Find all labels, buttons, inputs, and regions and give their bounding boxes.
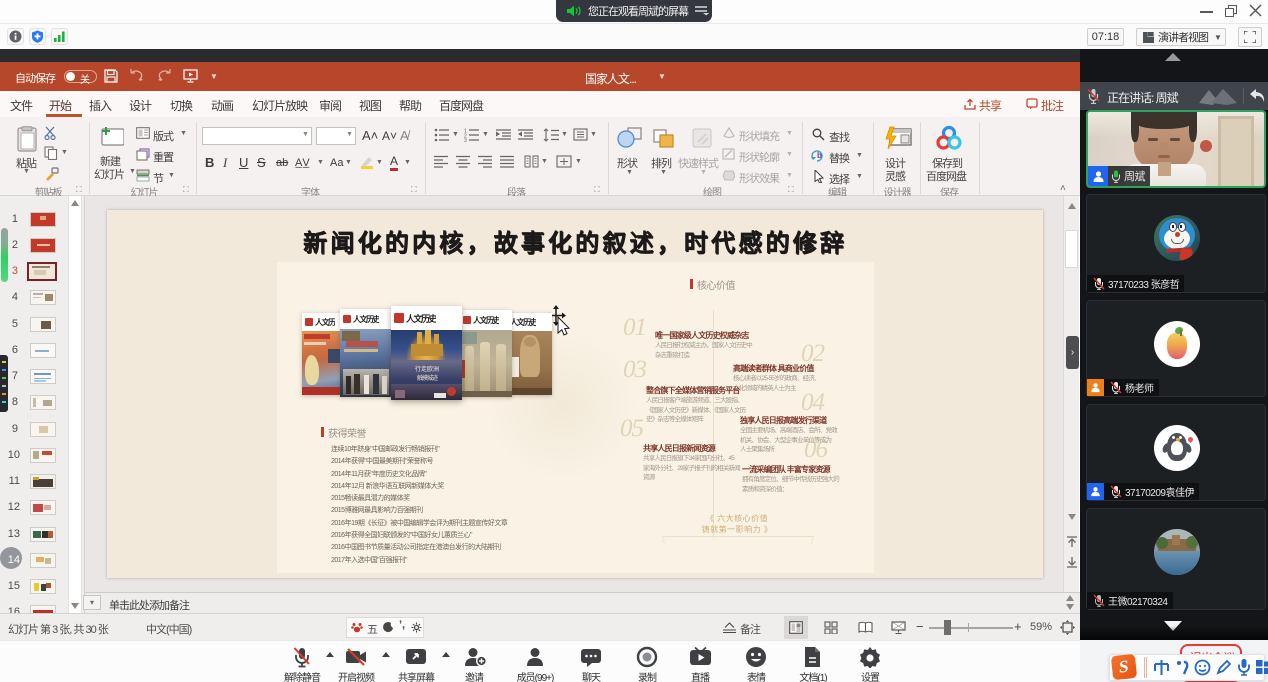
svg-text:3: 3 — [464, 138, 467, 142]
svg-text:b: b — [817, 151, 822, 160]
